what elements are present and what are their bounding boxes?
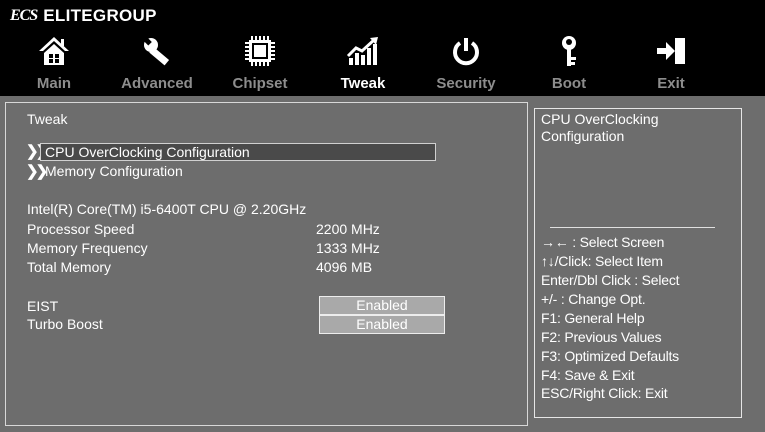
tab-main[interactable]: Main xyxy=(4,73,104,95)
tab-boot[interactable]: Boot xyxy=(519,73,619,95)
option-value-turbo-boost[interactable]: Enabled xyxy=(319,315,445,334)
help-key-line: Enter/Dbl Click : Select xyxy=(541,272,680,288)
help-key-line: →← : Select Screen xyxy=(541,234,665,250)
help-key-line: ↑↓/Click: Select Item xyxy=(541,253,663,269)
menu-item-cpu-overclocking[interactable]: CPU OverClocking Configuration xyxy=(40,143,436,161)
info-value: 4096 MB xyxy=(316,259,373,275)
tab-bar: Main Advanced Chipset Tweak Security Boo… xyxy=(0,73,765,95)
help-key-line: F3: Optimized Defaults xyxy=(541,348,679,364)
help-key-line: F2: Previous Values xyxy=(541,329,662,345)
option-label-turbo-boost: Turbo Boost xyxy=(27,316,103,332)
nav-icon-row xyxy=(0,30,765,72)
info-label: Processor Speed xyxy=(27,221,135,237)
chart-icon[interactable] xyxy=(313,30,413,72)
power-icon[interactable] xyxy=(416,30,516,72)
brand-logo: ECS ELITEGROUP xyxy=(10,5,157,27)
tab-tweak[interactable]: Tweak xyxy=(313,73,413,95)
tab-exit[interactable]: Exit xyxy=(621,73,721,95)
menu-item-memory-configuration[interactable]: Memory Configuration xyxy=(45,162,183,180)
info-value: 2200 MHz xyxy=(316,221,380,237)
key-icon[interactable] xyxy=(519,30,619,72)
help-key-line: +/- : Change Opt. xyxy=(541,291,646,307)
brand-mark: ECS xyxy=(10,7,38,24)
cpu-name: Intel(R) Core(TM) i5-6400T CPU @ 2.20GHz xyxy=(27,201,307,217)
help-title: CPU OverClocking Configuration xyxy=(541,111,659,144)
info-value: 1333 MHz xyxy=(316,240,380,256)
wrench-icon[interactable] xyxy=(107,30,207,72)
tab-security[interactable]: Security xyxy=(416,73,516,95)
brand-name: ELITEGROUP xyxy=(43,6,157,25)
tab-advanced[interactable]: Advanced xyxy=(107,73,207,95)
top-bar: ECS ELITEGROUP Main Advanced Chipset Twe… xyxy=(0,0,765,96)
info-label: Total Memory xyxy=(27,259,112,275)
chip-icon[interactable] xyxy=(210,30,310,72)
help-key-line: F4: Save & Exit xyxy=(541,367,635,383)
exit-icon[interactable] xyxy=(621,30,721,72)
home-icon[interactable] xyxy=(4,30,104,72)
tab-chipset[interactable]: Chipset xyxy=(210,73,310,95)
option-label-eist: EIST xyxy=(27,298,59,314)
section-title: Tweak xyxy=(27,111,68,127)
help-key-line: ESC/Right Click: Exit xyxy=(541,385,668,401)
info-label: Memory Frequency xyxy=(27,240,148,256)
option-value-eist[interactable]: Enabled xyxy=(319,296,445,315)
chevron-right-icon: ❯❯ xyxy=(26,163,48,180)
help-divider xyxy=(550,227,715,228)
help-key-line: F1: General Help xyxy=(541,310,645,326)
